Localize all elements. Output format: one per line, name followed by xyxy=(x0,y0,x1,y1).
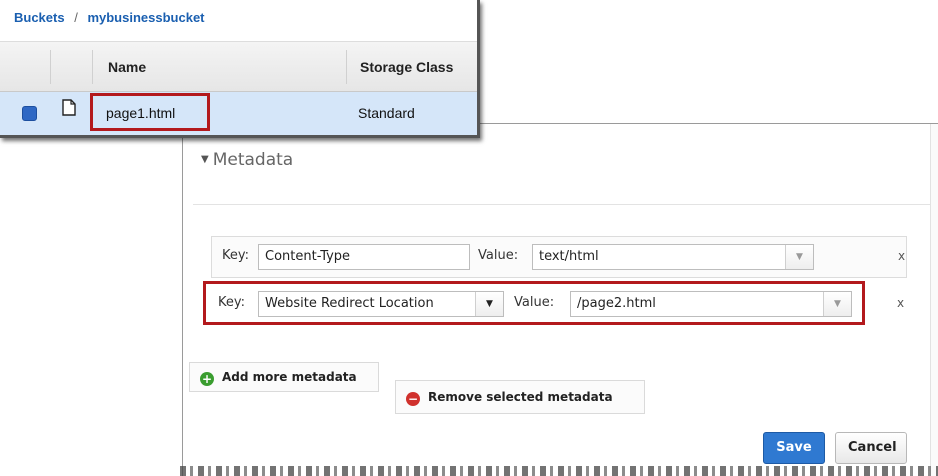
divider xyxy=(193,204,938,205)
plus-circle-icon: + xyxy=(200,372,214,386)
key-value: Content-Type xyxy=(265,249,351,264)
cancel-button[interactable]: Cancel xyxy=(835,432,907,464)
scrollbar[interactable] xyxy=(930,124,938,476)
table-header: Name Storage Class xyxy=(0,42,477,92)
column-divider xyxy=(92,50,93,84)
bucket-browser: Buckets / mybusinessbucket Name Storage … xyxy=(0,0,480,138)
key-label: Key: xyxy=(222,248,250,263)
remove-row-icon[interactable]: x xyxy=(897,296,904,310)
value-text: /page2.html xyxy=(577,296,656,311)
key-input[interactable]: Content-Type xyxy=(258,244,470,270)
minus-circle-icon: − xyxy=(406,392,420,406)
metadata-section-title: Metadata xyxy=(212,150,294,170)
remove-metadata-button[interactable]: − Remove selected metadata xyxy=(395,380,645,414)
value-combobox[interactable]: /page2.html ▼ xyxy=(570,291,852,317)
key-label: Key: xyxy=(218,295,246,310)
column-divider xyxy=(346,50,347,84)
chevron-down-icon[interactable]: ▼ xyxy=(823,292,851,316)
save-button[interactable]: Save xyxy=(763,432,825,464)
remove-row-icon[interactable]: x xyxy=(898,249,905,263)
remove-metadata-label: Remove selected metadata xyxy=(428,390,613,404)
breadcrumb: Buckets / mybusinessbucket xyxy=(0,0,477,42)
column-header-name[interactable]: Name xyxy=(108,59,146,75)
chevron-down-icon[interactable]: ▼ xyxy=(785,245,813,269)
add-metadata-button[interactable]: + Add more metadata xyxy=(189,362,379,392)
file-icon xyxy=(62,99,76,119)
value-label: Value: xyxy=(478,248,519,263)
breadcrumb-separator: / xyxy=(74,10,78,25)
metadata-panel: ▼ Metadata Key: Content-Type Value: text/… xyxy=(182,123,938,476)
column-header-storage-class[interactable]: Storage Class xyxy=(360,59,453,75)
value-label: Value: xyxy=(514,295,555,310)
value-combobox[interactable]: text/html ▼ xyxy=(532,244,814,270)
key-select[interactable]: Website Redirect Location ▼ xyxy=(258,291,504,317)
object-storage-class: Standard xyxy=(358,105,415,121)
add-metadata-label: Add more metadata xyxy=(222,370,357,384)
metadata-row-highlighted: Key: Website Redirect Location ▼ Value: … xyxy=(203,281,865,325)
key-value: Website Redirect Location xyxy=(265,296,434,311)
row-checkbox[interactable] xyxy=(22,106,37,121)
metadata-row: Key: Content-Type Value: text/html ▼ x xyxy=(211,236,907,278)
torn-edge-decoration xyxy=(180,466,938,476)
column-divider xyxy=(50,50,51,84)
highlight-box xyxy=(90,93,210,131)
breadcrumb-current-bucket[interactable]: mybusinessbucket xyxy=(87,10,204,25)
metadata-section-toggle[interactable]: ▼ Metadata xyxy=(201,150,293,170)
breadcrumb-buckets-link[interactable]: Buckets xyxy=(14,10,65,25)
collapse-triangle-icon: ▼ xyxy=(201,154,209,165)
value-text: text/html xyxy=(539,249,599,264)
chevron-down-icon[interactable]: ▼ xyxy=(475,292,503,316)
table-row[interactable]: page1.html Standard xyxy=(0,92,477,135)
